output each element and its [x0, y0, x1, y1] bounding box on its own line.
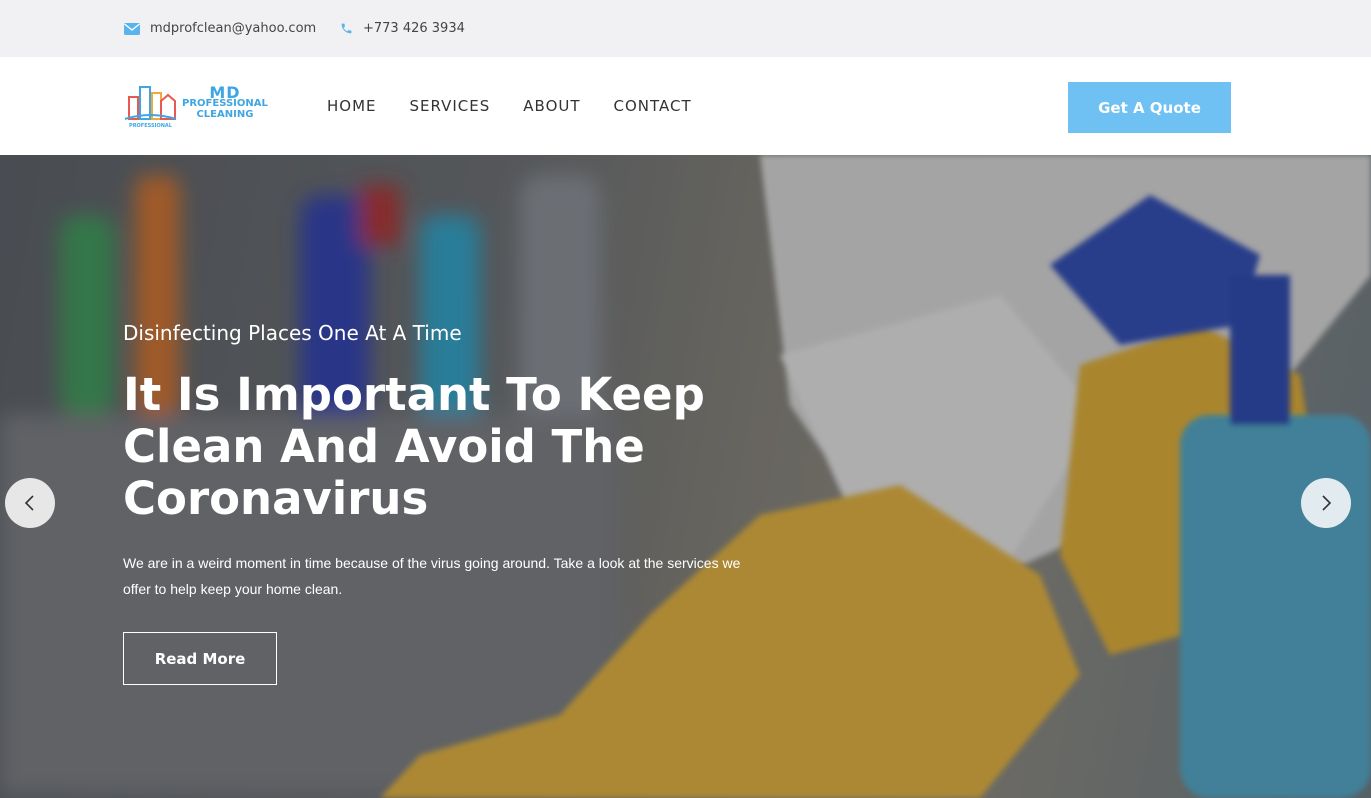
nav-about[interactable]: ABOUT [523, 97, 580, 115]
phone-contact[interactable]: +773 426 3934 [340, 0, 465, 57]
nav-home[interactable]: HOME [327, 97, 377, 115]
building-logo-icon: PROFESSIONAL [124, 86, 177, 129]
svg-text:PROFESSIONAL: PROFESSIONAL [129, 123, 173, 129]
phone-icon [341, 23, 352, 34]
site-logo[interactable]: PROFESSIONAL MD PROFESSIONAL CLEANING [123, 81, 273, 131]
main-nav: HOME SERVICES ABOUT CONTACT [327, 57, 725, 155]
logo-line-2: CLEANING [196, 109, 254, 120]
phone-text[interactable]: +773 426 3934 [363, 21, 465, 36]
logo-wordmark: MD PROFESSIONAL CLEANING [182, 85, 268, 121]
get-a-quote-button[interactable]: Get A Quote [1068, 82, 1231, 133]
slider-next-button[interactable] [1301, 478, 1351, 528]
read-more-button[interactable]: Read More [123, 632, 277, 685]
chevron-right-icon [1322, 495, 1332, 511]
logo-line-1: PROFESSIONAL [182, 98, 268, 109]
hero-slider: Disinfecting Places One At A Time It Is … [0, 155, 1371, 798]
nav-services[interactable]: SERVICES [410, 97, 491, 115]
hero-subtitle: Disinfecting Places One At A Time [123, 321, 462, 345]
email-contact[interactable]: mdprofclean@yahoo.com [124, 0, 316, 57]
envelope-icon [124, 22, 140, 35]
nav-contact[interactable]: CONTACT [614, 97, 692, 115]
hero-description: We are in a weird moment in time because… [123, 555, 741, 597]
email-text[interactable]: mdprofclean@yahoo.com [150, 21, 316, 36]
top-contact-bar: mdprofclean@yahoo.com +773 426 3934 [0, 0, 1371, 57]
slider-prev-button[interactable] [5, 478, 55, 528]
site-header: PROFESSIONAL MD PROFESSIONAL CLEANING HO… [0, 57, 1371, 155]
chevron-left-icon [24, 495, 34, 511]
hero-title: It Is Important To Keep Clean And Avoid … [123, 368, 705, 525]
